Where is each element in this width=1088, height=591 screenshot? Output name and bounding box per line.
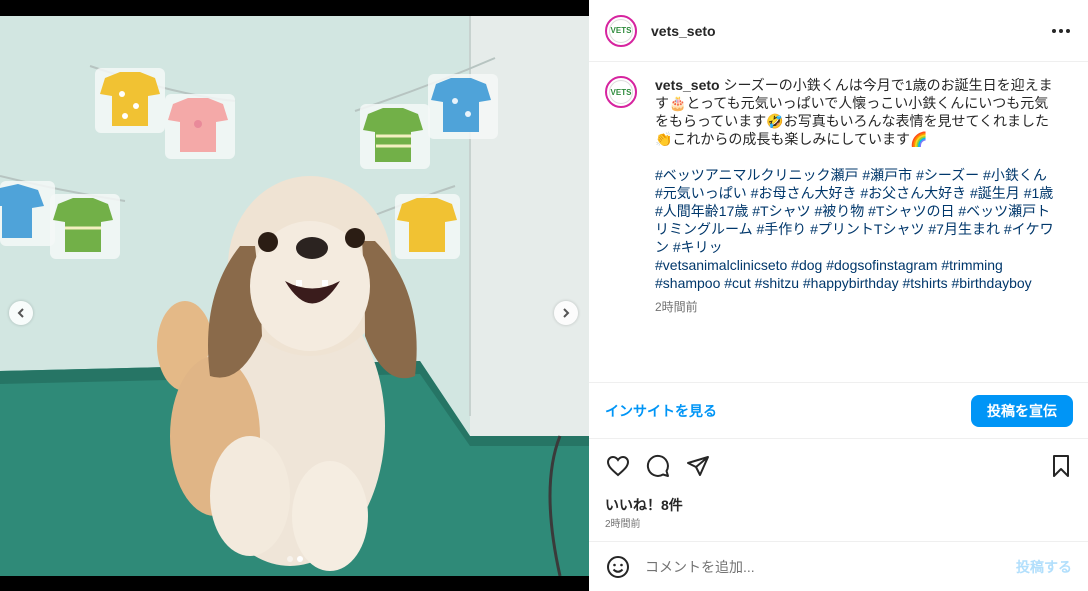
- action-bar: [605, 453, 1074, 479]
- caption-username[interactable]: vets_seto: [655, 77, 720, 93]
- bookmark-icon: [1053, 455, 1069, 477]
- view-insights-link[interactable]: インサイトを見る: [605, 401, 717, 421]
- emoji-button[interactable]: [605, 554, 631, 580]
- post-header: VETS vets_seto: [589, 0, 1088, 62]
- save-button[interactable]: [1048, 453, 1074, 479]
- heart-icon: [606, 455, 630, 477]
- caption-hashtags-jp[interactable]: #ベッツアニマルクリニック瀬戸 #瀬戸市 #シーズー #小鉄くん #元気いっぱい…: [655, 166, 1055, 256]
- comment-input[interactable]: [645, 558, 1008, 575]
- comment-icon: [646, 454, 669, 477]
- insights-bar: インサイトを見る 投稿を宣伝: [589, 382, 1088, 439]
- carousel-dot-active: [296, 556, 303, 562]
- more-dot: [1059, 29, 1063, 33]
- promote-post-button[interactable]: 投稿を宣伝: [971, 394, 1073, 427]
- chevron-right-icon: [563, 308, 570, 318]
- post-details-panel: VETS vets_seto VETS vets_seto シーズーの小鉄くんは…: [589, 0, 1088, 591]
- like-button[interactable]: [605, 453, 631, 479]
- carousel-indicator: [0, 556, 589, 562]
- caption-avatar[interactable]: VETS: [605, 76, 637, 108]
- dog-photo: [0, 16, 589, 576]
- post-caption: VETS vets_seto シーズーの小鉄くんは今月で1歳のお誕生日を迎えます…: [605, 76, 1075, 316]
- post-timestamp: 2時間前: [605, 519, 641, 530]
- more-horizontal-icon: [1052, 29, 1056, 33]
- post-media[interactable]: [0, 16, 589, 576]
- share-button[interactable]: [685, 453, 711, 479]
- chevron-left-icon: [17, 308, 24, 318]
- share-icon: [687, 456, 709, 476]
- avatar[interactable]: VETS: [605, 14, 637, 47]
- emoji-icon: [607, 555, 629, 578]
- carousel-prev-button[interactable]: [9, 301, 33, 325]
- caption-timestamp: 2時間前: [655, 300, 698, 314]
- avatar-logo: VETS: [609, 18, 633, 43]
- caption-text-block: vets_seto シーズーの小鉄くんは今月で1歳のお誕生日を迎えます🎂とっても…: [655, 76, 1055, 148]
- more-options-button[interactable]: [1052, 22, 1070, 40]
- more-dot: [1066, 29, 1070, 33]
- username[interactable]: vets_seto: [651, 23, 716, 39]
- caption-hashtags-en[interactable]: #vetsanimalclinicseto #dog #dogsofinstag…: [655, 256, 1055, 292]
- likes-count[interactable]: いいね！8件: [605, 495, 683, 515]
- comment-button[interactable]: [645, 453, 671, 479]
- comment-bar: 投稿する: [589, 541, 1088, 591]
- post-comment-button[interactable]: 投稿する: [1016, 557, 1072, 577]
- caption-body: vets_seto シーズーの小鉄くんは今月で1歳のお誕生日を迎えます🎂とっても…: [655, 76, 1055, 316]
- carousel-dot: [286, 556, 293, 562]
- avatar-logo: VETS: [609, 80, 633, 104]
- carousel-next-button[interactable]: [554, 301, 578, 325]
